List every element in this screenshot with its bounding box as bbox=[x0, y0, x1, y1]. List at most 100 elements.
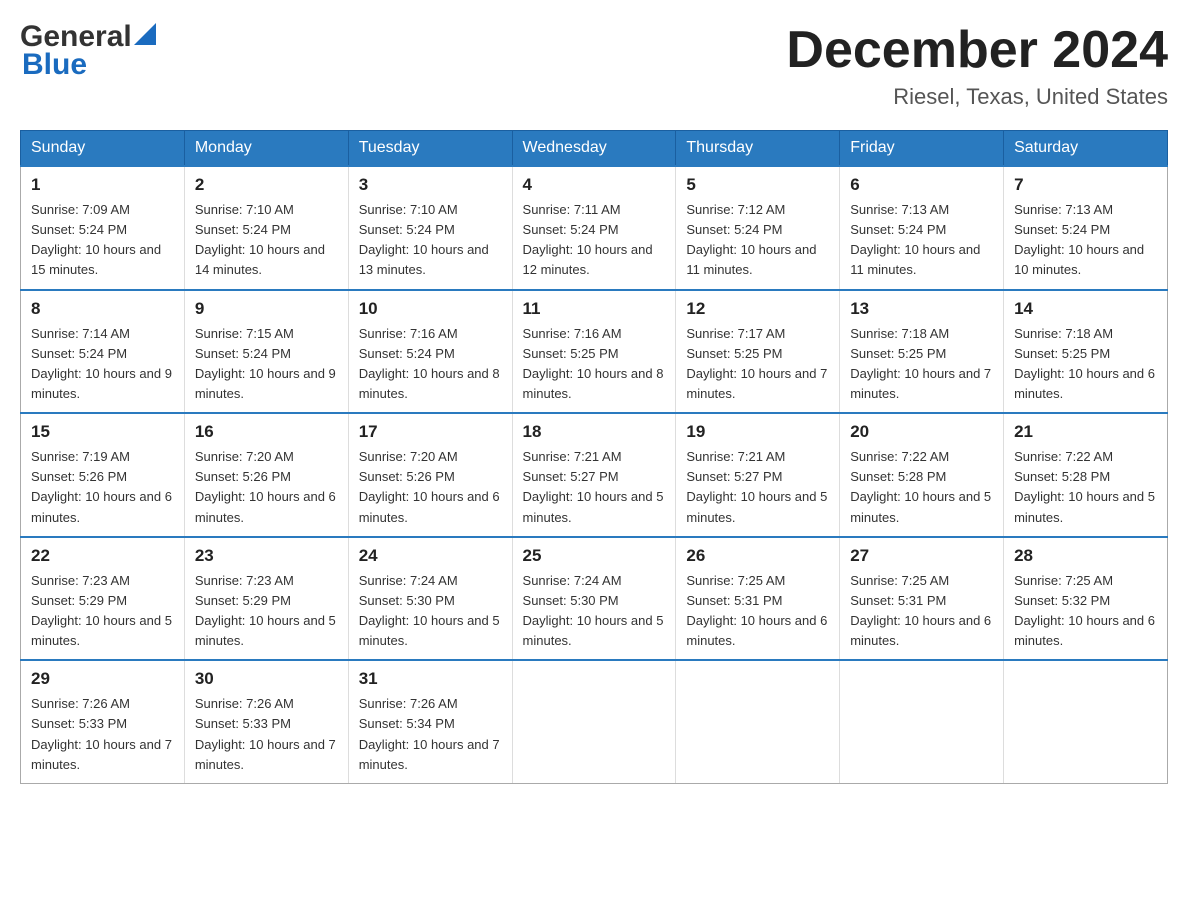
day-info: Sunrise: 7:10 AMSunset: 5:24 PMDaylight:… bbox=[359, 200, 502, 281]
day-info: Sunrise: 7:16 AMSunset: 5:24 PMDaylight:… bbox=[359, 324, 502, 405]
day-info: Sunrise: 7:18 AMSunset: 5:25 PMDaylight:… bbox=[1014, 324, 1157, 405]
calendar-cell: 3 Sunrise: 7:10 AMSunset: 5:24 PMDaylight… bbox=[348, 166, 512, 290]
location-title: Riesel, Texas, United States bbox=[786, 84, 1168, 110]
day-info: Sunrise: 7:23 AMSunset: 5:29 PMDaylight:… bbox=[31, 571, 174, 652]
day-number: 29 bbox=[31, 669, 174, 689]
calendar-week-row: 15 Sunrise: 7:19 AMSunset: 5:26 PMDayligh… bbox=[21, 413, 1168, 537]
calendar-cell: 4Sunrise: 7:11 AMSunset: 5:24 PMDaylight… bbox=[512, 166, 676, 290]
weekday-header-monday: Monday bbox=[184, 131, 348, 167]
calendar-week-row: 29 Sunrise: 7:26 AMSunset: 5:33 PMDayligh… bbox=[21, 660, 1168, 783]
day-info: Sunrise: 7:09 AMSunset: 5:24 PMDaylight:… bbox=[31, 200, 174, 281]
day-number: 19 bbox=[686, 422, 829, 442]
day-number: 26 bbox=[686, 546, 829, 566]
day-number: 18 bbox=[523, 422, 666, 442]
day-info: Sunrise: 7:24 AMSunset: 5:30 PMDaylight:… bbox=[523, 571, 666, 652]
day-info: Sunrise: 7:25 AMSunset: 5:31 PMDaylight:… bbox=[686, 571, 829, 652]
logo-triangle-icon bbox=[134, 23, 156, 45]
calendar-cell: 14 Sunrise: 7:18 AMSunset: 5:25 PMDayligh… bbox=[1004, 290, 1168, 414]
calendar-cell: 10Sunrise: 7:16 AMSunset: 5:24 PMDayligh… bbox=[348, 290, 512, 414]
day-number: 30 bbox=[195, 669, 338, 689]
day-number: 31 bbox=[359, 669, 502, 689]
day-info: Sunrise: 7:21 AMSunset: 5:27 PMDaylight:… bbox=[686, 447, 829, 528]
day-number: 6 bbox=[850, 175, 993, 195]
logo-blue-text: Blue bbox=[22, 48, 87, 82]
day-number: 24 bbox=[359, 546, 502, 566]
calendar-cell: 22 Sunrise: 7:23 AMSunset: 5:29 PMDayligh… bbox=[21, 537, 185, 661]
day-info: Sunrise: 7:18 AMSunset: 5:25 PMDaylight:… bbox=[850, 324, 993, 405]
calendar-cell bbox=[1004, 660, 1168, 783]
day-info: Sunrise: 7:20 AMSunset: 5:26 PMDaylight:… bbox=[195, 447, 338, 528]
day-number: 14 bbox=[1014, 299, 1157, 319]
day-number: 12 bbox=[686, 299, 829, 319]
day-info: Sunrise: 7:22 AMSunset: 5:28 PMDaylight:… bbox=[1014, 447, 1157, 528]
day-number: 27 bbox=[850, 546, 993, 566]
day-number: 5 bbox=[686, 175, 829, 195]
calendar-cell: 19 Sunrise: 7:21 AMSunset: 5:27 PMDayligh… bbox=[676, 413, 840, 537]
calendar-cell: 8Sunrise: 7:14 AMSunset: 5:24 PMDaylight… bbox=[21, 290, 185, 414]
calendar-header-row: SundayMondayTuesdayWednesdayThursdayFrid… bbox=[21, 131, 1168, 167]
calendar-cell bbox=[676, 660, 840, 783]
calendar-cell: 13Sunrise: 7:18 AMSunset: 5:25 PMDayligh… bbox=[840, 290, 1004, 414]
day-info: Sunrise: 7:17 AMSunset: 5:25 PMDaylight:… bbox=[686, 324, 829, 405]
day-number: 2 bbox=[195, 175, 338, 195]
weekday-header-wednesday: Wednesday bbox=[512, 131, 676, 167]
calendar-cell: 12 Sunrise: 7:17 AMSunset: 5:25 PMDayligh… bbox=[676, 290, 840, 414]
title-area: December 2024 Riesel, Texas, United Stat… bbox=[786, 20, 1168, 110]
day-info: Sunrise: 7:24 AMSunset: 5:30 PMDaylight:… bbox=[359, 571, 502, 652]
calendar-cell: 21 Sunrise: 7:22 AMSunset: 5:28 PMDayligh… bbox=[1004, 413, 1168, 537]
calendar-week-row: 8Sunrise: 7:14 AMSunset: 5:24 PMDaylight… bbox=[21, 290, 1168, 414]
day-info: Sunrise: 7:26 AMSunset: 5:34 PMDaylight:… bbox=[359, 694, 502, 775]
day-info: Sunrise: 7:20 AMSunset: 5:26 PMDaylight:… bbox=[359, 447, 502, 528]
day-info: Sunrise: 7:26 AMSunset: 5:33 PMDaylight:… bbox=[195, 694, 338, 775]
day-number: 22 bbox=[31, 546, 174, 566]
calendar-cell: 2 Sunrise: 7:10 AMSunset: 5:24 PMDaylight… bbox=[184, 166, 348, 290]
day-info: Sunrise: 7:23 AMSunset: 5:29 PMDaylight:… bbox=[195, 571, 338, 652]
calendar-cell bbox=[512, 660, 676, 783]
calendar-cell bbox=[840, 660, 1004, 783]
calendar-cell: 11Sunrise: 7:16 AMSunset: 5:25 PMDayligh… bbox=[512, 290, 676, 414]
day-number: 17 bbox=[359, 422, 502, 442]
day-number: 20 bbox=[850, 422, 993, 442]
calendar-cell: 30 Sunrise: 7:26 AMSunset: 5:33 PMDayligh… bbox=[184, 660, 348, 783]
day-info: Sunrise: 7:25 AMSunset: 5:31 PMDaylight:… bbox=[850, 571, 993, 652]
day-info: Sunrise: 7:19 AMSunset: 5:26 PMDaylight:… bbox=[31, 447, 174, 528]
calendar-cell: 23Sunrise: 7:23 AMSunset: 5:29 PMDayligh… bbox=[184, 537, 348, 661]
day-number: 3 bbox=[359, 175, 502, 195]
weekday-header-saturday: Saturday bbox=[1004, 131, 1168, 167]
day-number: 15 bbox=[31, 422, 174, 442]
day-info: Sunrise: 7:25 AMSunset: 5:32 PMDaylight:… bbox=[1014, 571, 1157, 652]
calendar-cell: 20Sunrise: 7:22 AMSunset: 5:28 PMDayligh… bbox=[840, 413, 1004, 537]
logo: General Blue bbox=[20, 20, 156, 82]
calendar-cell: 25 Sunrise: 7:24 AMSunset: 5:30 PMDayligh… bbox=[512, 537, 676, 661]
month-title: December 2024 bbox=[786, 20, 1168, 80]
day-info: Sunrise: 7:11 AMSunset: 5:24 PMDaylight:… bbox=[523, 200, 666, 281]
calendar-cell: 7 Sunrise: 7:13 AMSunset: 5:24 PMDaylight… bbox=[1004, 166, 1168, 290]
calendar-cell: 1Sunrise: 7:09 AMSunset: 5:24 PMDaylight… bbox=[21, 166, 185, 290]
calendar-cell: 5Sunrise: 7:12 AMSunset: 5:24 PMDaylight… bbox=[676, 166, 840, 290]
day-info: Sunrise: 7:13 AMSunset: 5:24 PMDaylight:… bbox=[1014, 200, 1157, 281]
calendar-week-row: 22 Sunrise: 7:23 AMSunset: 5:29 PMDayligh… bbox=[21, 537, 1168, 661]
calendar-cell: 31 Sunrise: 7:26 AMSunset: 5:34 PMDayligh… bbox=[348, 660, 512, 783]
calendar-week-row: 1Sunrise: 7:09 AMSunset: 5:24 PMDaylight… bbox=[21, 166, 1168, 290]
calendar-cell: 29 Sunrise: 7:26 AMSunset: 5:33 PMDayligh… bbox=[21, 660, 185, 783]
calendar-cell: 17 Sunrise: 7:20 AMSunset: 5:26 PMDayligh… bbox=[348, 413, 512, 537]
page-header: General Blue December 2024 Riesel, Texas… bbox=[20, 20, 1168, 110]
weekday-header-tuesday: Tuesday bbox=[348, 131, 512, 167]
day-number: 8 bbox=[31, 299, 174, 319]
day-info: Sunrise: 7:10 AMSunset: 5:24 PMDaylight:… bbox=[195, 200, 338, 281]
calendar-table: SundayMondayTuesdayWednesdayThursdayFrid… bbox=[20, 130, 1168, 784]
day-number: 25 bbox=[523, 546, 666, 566]
weekday-header-friday: Friday bbox=[840, 131, 1004, 167]
calendar-cell: 18Sunrise: 7:21 AMSunset: 5:27 PMDayligh… bbox=[512, 413, 676, 537]
calendar-cell: 15 Sunrise: 7:19 AMSunset: 5:26 PMDayligh… bbox=[21, 413, 185, 537]
day-number: 9 bbox=[195, 299, 338, 319]
day-number: 7 bbox=[1014, 175, 1157, 195]
calendar-cell: 26 Sunrise: 7:25 AMSunset: 5:31 PMDayligh… bbox=[676, 537, 840, 661]
day-number: 28 bbox=[1014, 546, 1157, 566]
calendar-cell: 28 Sunrise: 7:25 AMSunset: 5:32 PMDayligh… bbox=[1004, 537, 1168, 661]
calendar-cell: 27 Sunrise: 7:25 AMSunset: 5:31 PMDayligh… bbox=[840, 537, 1004, 661]
day-info: Sunrise: 7:16 AMSunset: 5:25 PMDaylight:… bbox=[523, 324, 666, 405]
day-number: 21 bbox=[1014, 422, 1157, 442]
day-info: Sunrise: 7:26 AMSunset: 5:33 PMDaylight:… bbox=[31, 694, 174, 775]
day-info: Sunrise: 7:15 AMSunset: 5:24 PMDaylight:… bbox=[195, 324, 338, 405]
